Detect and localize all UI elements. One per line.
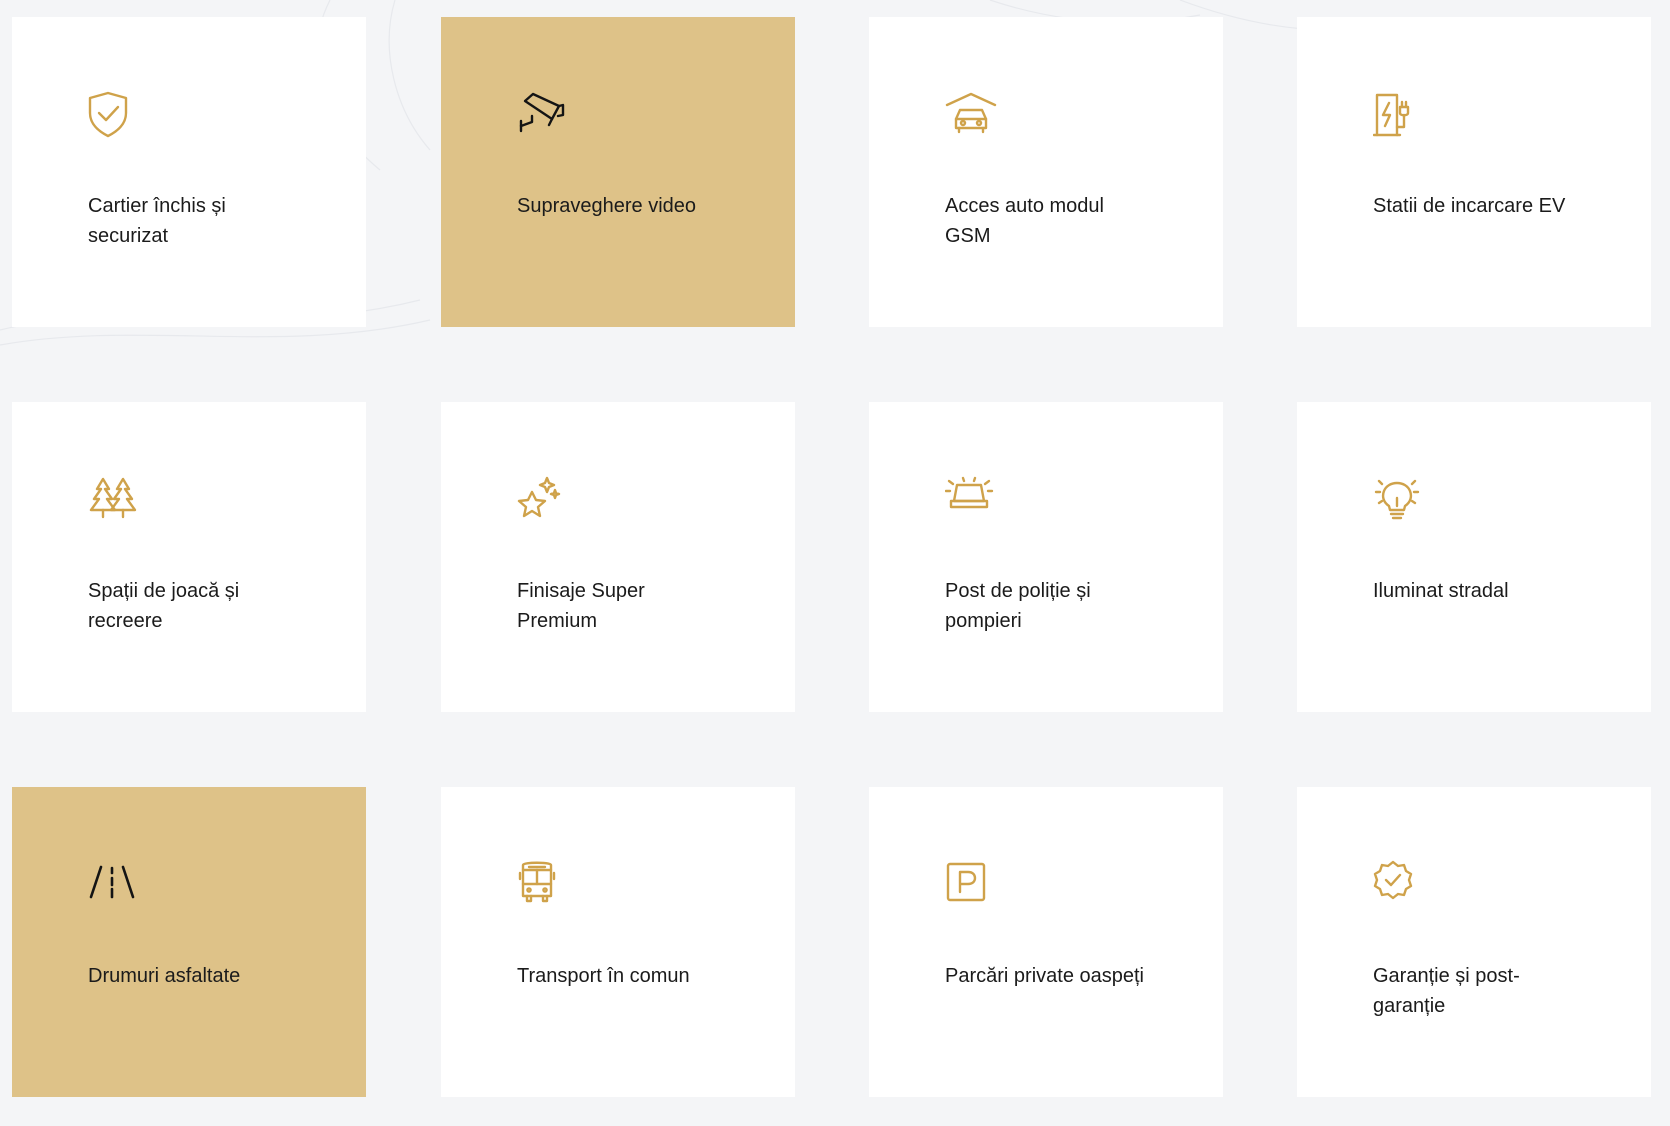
feature-card-video-surveillance[interactable]: Supraveghere video [441, 17, 795, 327]
feature-card-gsm-car-access[interactable]: Acces auto modul GSM [869, 17, 1223, 327]
feature-card-ev-charging[interactable]: Statii de incarcare EV [1297, 17, 1651, 327]
feature-card-playgrounds[interactable]: Spații de joacă și recreere [12, 402, 366, 712]
car-garage-icon [945, 89, 1001, 145]
feature-label: Cartier închis și securizat [88, 195, 226, 247]
feature-label: Spații de joacă și recreere [88, 580, 240, 632]
feature-card-police-fire-station[interactable]: Post de poliție și pompieri [869, 402, 1223, 712]
badge-check-icon [1373, 859, 1429, 915]
ev-charger-icon [1373, 89, 1429, 145]
feature-card-public-transport[interactable]: Transport în comun [441, 787, 795, 1097]
security-camera-icon [517, 89, 573, 145]
feature-card-warranty[interactable]: Garanție și post-garanție [1297, 787, 1651, 1097]
feature-label: Parcări private oaspeți [945, 965, 1144, 987]
feature-label: Finisaje Super Premium [517, 580, 645, 632]
feature-card-private-parking[interactable]: Parcări private oaspeți [869, 787, 1223, 1097]
feature-label: Post de poliție și pompieri [945, 580, 1091, 632]
feature-label: Drumuri asfaltate [88, 965, 241, 987]
feature-label: Acces auto modul GSM [945, 195, 1104, 247]
parking-icon [945, 859, 1001, 915]
siren-light-icon [945, 474, 1001, 530]
shield-check-icon [88, 89, 144, 145]
road-icon [88, 859, 144, 915]
feature-label: Iluminat stradal [1373, 580, 1509, 602]
bus-icon [517, 859, 573, 915]
lightbulb-icon [1373, 474, 1429, 530]
feature-card-premium-finishes[interactable]: Finisaje Super Premium [441, 402, 795, 712]
feature-card-paved-roads[interactable]: Drumuri asfaltate [12, 787, 366, 1097]
feature-label: Garanție și post-garanție [1373, 965, 1520, 1017]
feature-card-street-lighting[interactable]: Iluminat stradal [1297, 402, 1651, 712]
feature-label: Statii de incarcare EV [1373, 195, 1566, 217]
feature-label: Supraveghere video [517, 195, 697, 217]
feature-label: Transport în comun [517, 965, 690, 987]
pine-trees-icon [88, 474, 144, 530]
star-sparkle-icon [517, 474, 573, 530]
feature-card-secure-neighborhood[interactable]: Cartier închis și securizat [12, 17, 366, 327]
